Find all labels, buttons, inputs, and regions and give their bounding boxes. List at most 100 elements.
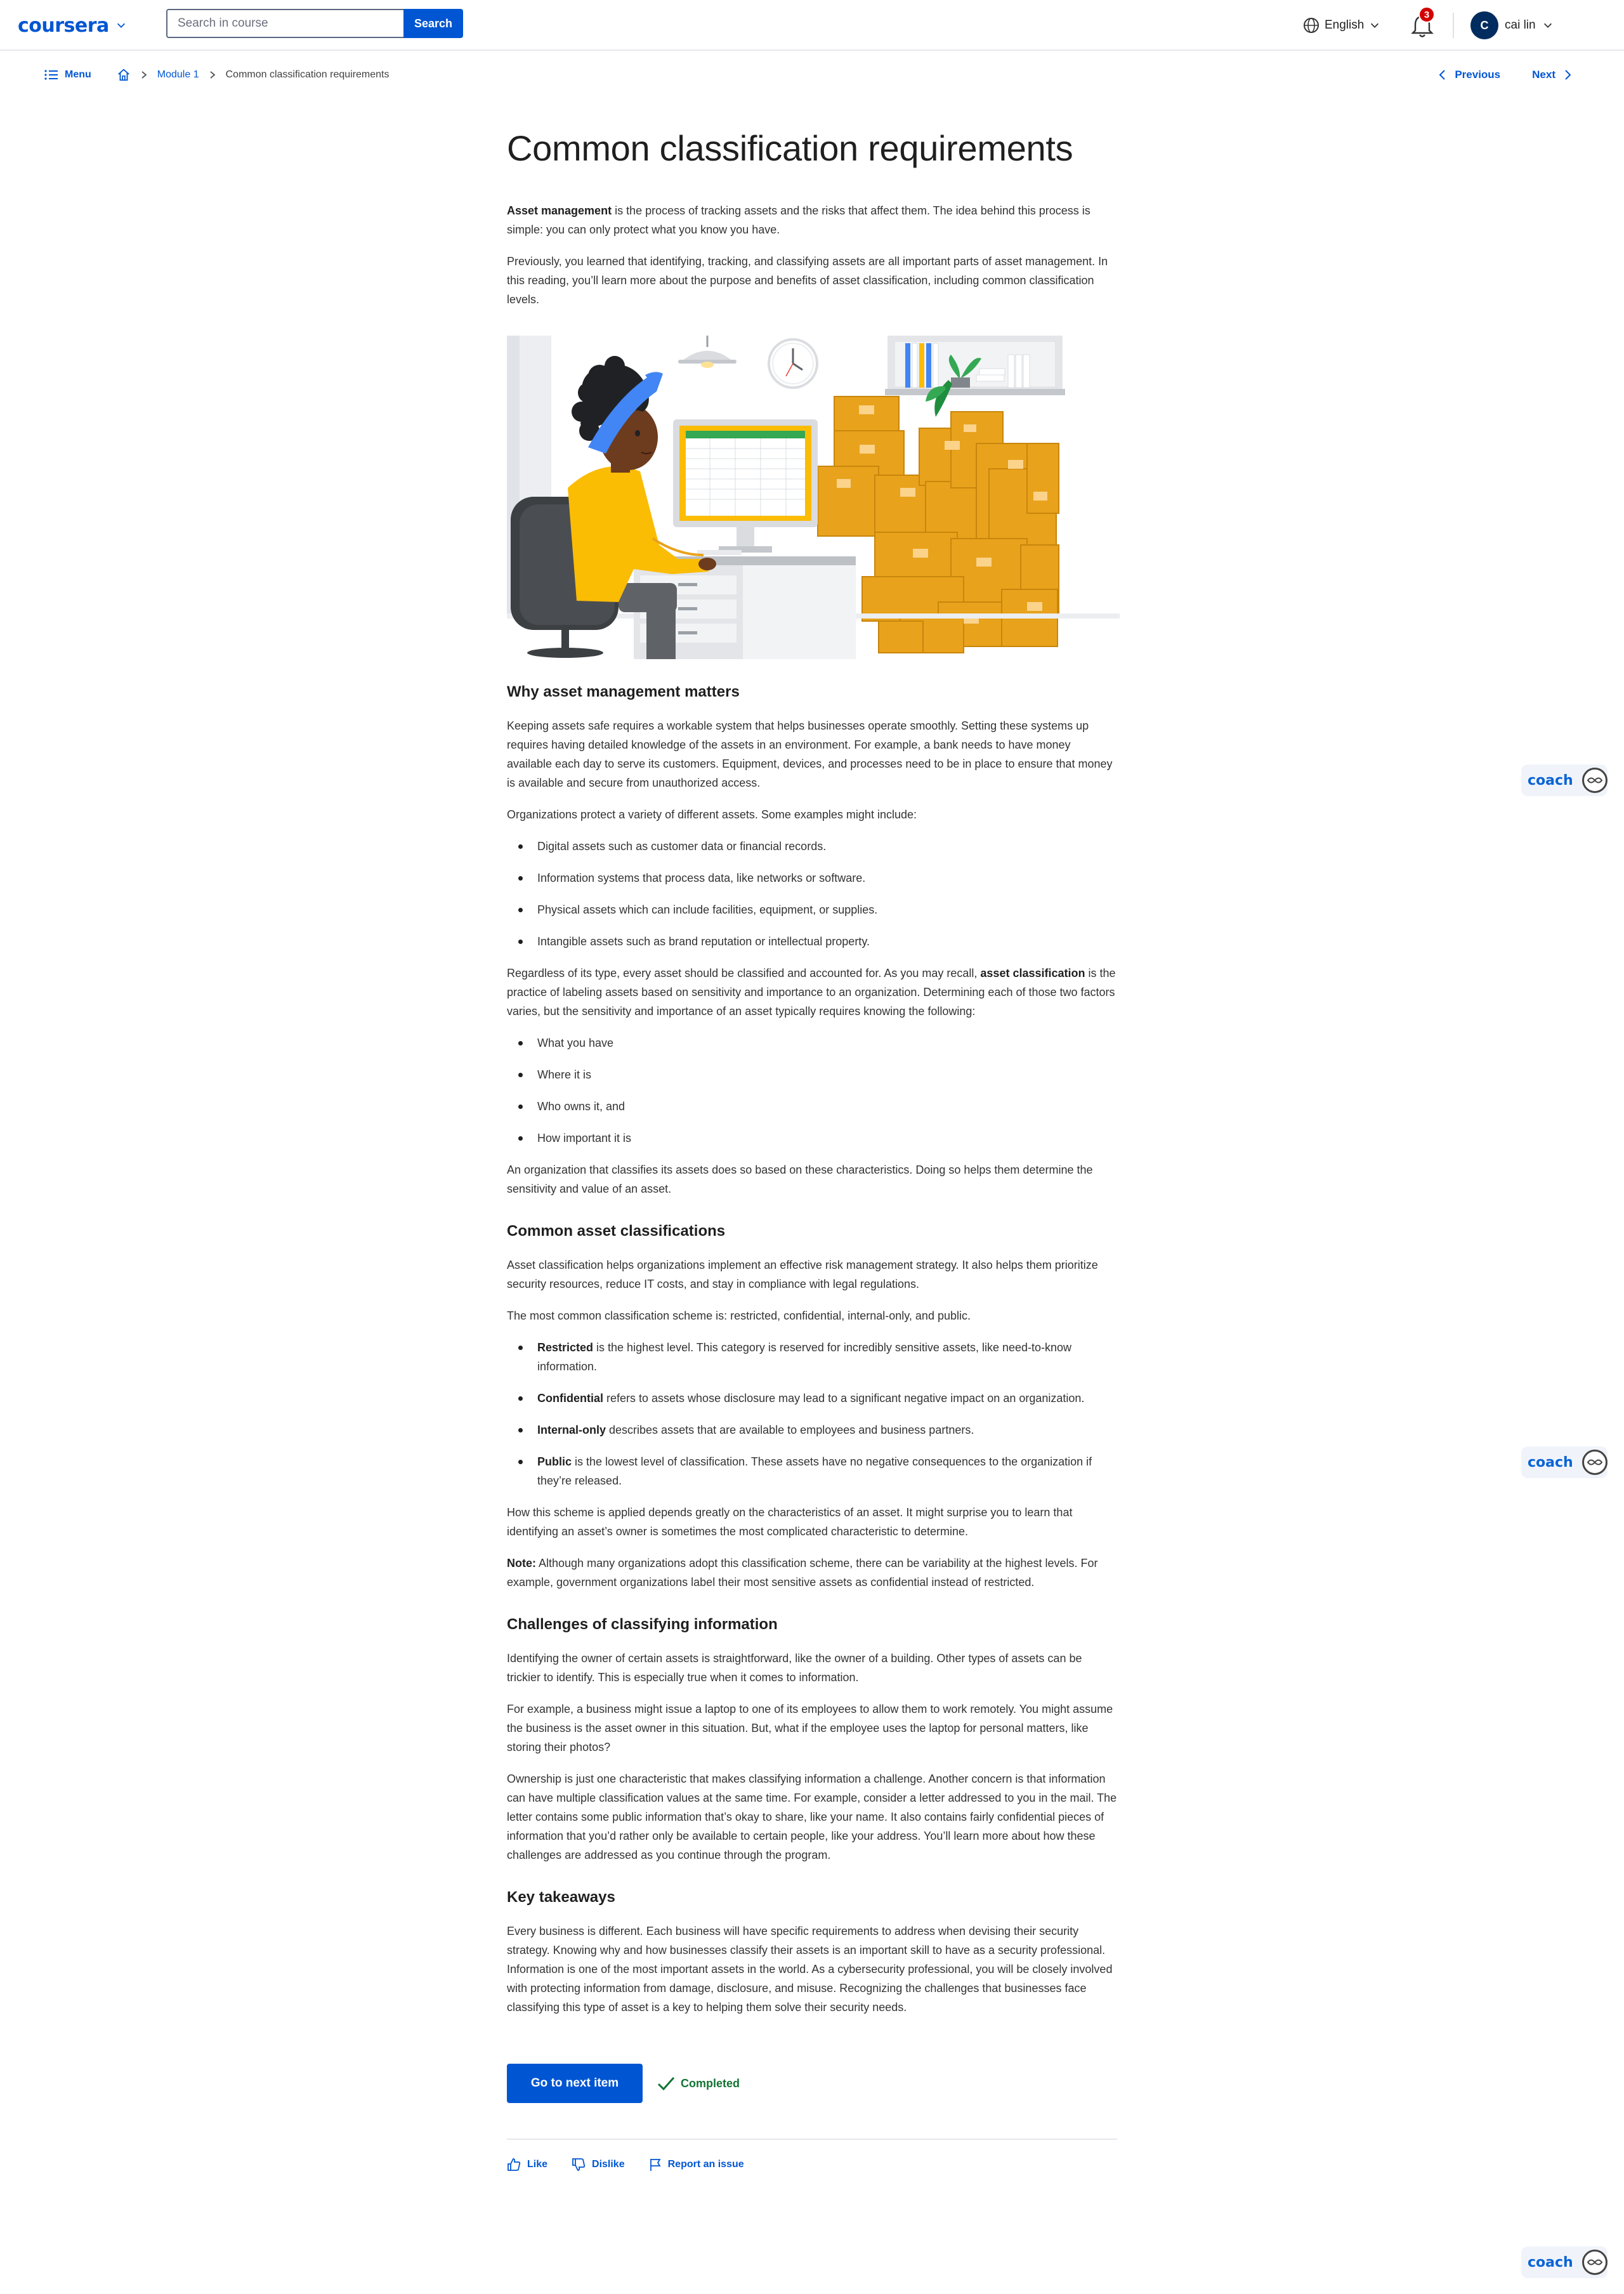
coursera-logo[interactable]: coursera: [18, 11, 127, 39]
list-item: Digital assets such as customer data or …: [518, 837, 1117, 856]
section2-paragraph-2: The most common classification scheme is…: [507, 1309, 971, 1323]
term-asset-classification: asset classification: [980, 967, 1085, 980]
report-issue-button[interactable]: Report an issue: [649, 2158, 744, 2172]
coach-button[interactable]: coach: [1521, 764, 1608, 796]
note-text: Although many organizations adopt this c…: [507, 1557, 1098, 1589]
language-label: English: [1325, 18, 1365, 32]
previous-button[interactable]: Previous: [1438, 69, 1500, 81]
list-item: Information systems that process data, l…: [518, 868, 1117, 888]
next-button[interactable]: Next: [1532, 69, 1572, 81]
completed-label: Completed: [681, 2076, 740, 2090]
home-icon[interactable]: [117, 68, 131, 82]
search-input[interactable]: [166, 9, 403, 38]
header-divider: [1453, 13, 1454, 38]
level-description: refers to assets whose disclosure may le…: [603, 1392, 1085, 1405]
section1-paragraph-2: Organizations protect a variety of diffe…: [507, 808, 917, 822]
coach-button[interactable]: coach: [1521, 1446, 1608, 1478]
thumbs-down-icon: [572, 2158, 586, 2172]
coach-label: coach: [1528, 772, 1573, 789]
completion-actions: Go to next item Completed: [507, 2064, 1117, 2104]
chevron-left-icon: [1439, 70, 1446, 80]
section3-paragraph-2: For example, a business might issue a la…: [507, 1703, 1113, 1754]
chevron-right-icon: [141, 71, 147, 79]
user-name: cai lin: [1505, 18, 1536, 32]
section4-paragraph-1: Every business is different. Each busine…: [507, 1925, 1113, 2014]
dislike-label: Dislike: [592, 2159, 625, 2170]
globe-icon: [1304, 18, 1319, 33]
section1-paragraph-1: Keeping assets safe requires a workable …: [507, 719, 1113, 790]
coach-icon: [1581, 768, 1608, 793]
text-segment: Regardless of its type, every asset shou…: [507, 967, 981, 980]
search-button[interactable]: Search: [403, 9, 463, 38]
list-item: Restricted is the highest level. This ca…: [518, 1338, 1117, 1376]
level-name: Confidential: [537, 1392, 603, 1405]
like-button[interactable]: Like: [507, 2158, 547, 2172]
list-item: Public is the lowest level of classifica…: [518, 1452, 1117, 1490]
completed-status: Completed: [657, 2075, 740, 2092]
list-item: Intangible assets such as brand reputati…: [518, 932, 1117, 951]
checkmark-icon: [657, 2077, 675, 2091]
list-item: Internal-only describes assets that are …: [518, 1420, 1117, 1439]
level-name: Internal-only: [537, 1424, 606, 1437]
section1-paragraph-3: Regardless of its type, every asset shou…: [507, 964, 1117, 1021]
next-label: Next: [1532, 69, 1555, 81]
section2-paragraph-3: How this scheme is applied depends great…: [507, 1506, 1073, 1538]
coach-icon: [1581, 1450, 1608, 1475]
avatar: C: [1470, 11, 1498, 39]
chevron-down-icon: [1543, 23, 1552, 28]
level-description: is the lowest level of classification. T…: [537, 1455, 1092, 1488]
dislike-button[interactable]: Dislike: [572, 2158, 625, 2172]
page-title: Common classification requirements: [507, 128, 1073, 168]
list-item: Confidential refers to assets whose disc…: [518, 1389, 1117, 1408]
list-menu-icon: [44, 70, 58, 80]
section2-paragraph-1: Asset classification helps organizations…: [507, 1259, 1098, 1291]
level-name: Public: [537, 1455, 572, 1469]
section2-note: Note: Although many organizations adopt …: [507, 1554, 1117, 1592]
list-item: Where it is: [518, 1065, 1117, 1084]
chevron-down-icon: [117, 23, 125, 28]
office-assets-illustration: [507, 336, 1120, 660]
go-to-next-item-button[interactable]: Go to next item: [507, 2064, 643, 2104]
level-description: describes assets that are available to e…: [606, 1424, 974, 1437]
menu-label: Menu: [65, 69, 91, 80]
classification-levels-list: Restricted is the highest level. This ca…: [518, 1338, 1117, 1490]
report-issue-label: Report an issue: [667, 2159, 744, 2170]
section3-paragraph-3: Ownership is just one characteristic tha…: [507, 1773, 1117, 1862]
user-menu[interactable]: C cai lin: [1470, 11, 1554, 40]
coach-label: coach: [1528, 1454, 1573, 1471]
level-description: is the highest level. This category is r…: [537, 1341, 1072, 1373]
section1-paragraph-4: An organization that classifies its asse…: [507, 1163, 1093, 1196]
coach-button[interactable]: coach: [1521, 2246, 1608, 2278]
breadcrumb: Menu Module 1 Common classification requ…: [44, 63, 389, 86]
flag-icon: [650, 2159, 661, 2172]
logo-text: coursera: [18, 14, 109, 37]
thumbs-up-icon: [508, 2158, 521, 2172]
top-header: coursera Search English 3 C cai lin: [0, 0, 1624, 51]
coach-icon: [1581, 2250, 1608, 2275]
search-bar: Search: [166, 9, 463, 38]
chevron-right-icon: [1565, 70, 1571, 80]
asset-types-list: Digital assets such as customer data or …: [518, 837, 1117, 951]
knowledge-list: What you have Where it is Who owns it, a…: [518, 1033, 1117, 1148]
list-item: How important it is: [518, 1129, 1117, 1148]
breadcrumb-current: Common classification requirements: [225, 69, 390, 80]
menu-button[interactable]: Menu: [44, 69, 91, 81]
divider: [507, 2139, 1117, 2140]
previous-label: Previous: [1455, 69, 1501, 81]
coach-label: coach: [1528, 2254, 1573, 2271]
feedback-bar: Like Dislike Report an issue: [507, 2158, 1117, 2172]
section-heading-challenges: Challenges of classifying information: [507, 1616, 778, 1634]
reading-content: Common classification requirements Asset…: [507, 127, 1120, 2172]
like-label: Like: [527, 2159, 548, 2170]
list-item: Who owns it, and: [518, 1097, 1117, 1116]
chevron-right-icon: [210, 71, 216, 79]
section3-paragraph-1: Identifying the owner of certain assets …: [507, 1652, 1082, 1684]
breadcrumb-module-link[interactable]: Module 1: [157, 69, 199, 81]
notification-count-badge: 3: [1418, 6, 1435, 23]
chevron-down-icon: [1371, 23, 1379, 28]
section-heading-why-asset-management: Why asset management matters: [507, 683, 740, 701]
note-label: Note:: [507, 1557, 536, 1570]
list-item: What you have: [518, 1033, 1117, 1052]
section-heading-key-takeaways: Key takeaways: [507, 1889, 615, 1906]
language-selector[interactable]: English: [1303, 14, 1380, 37]
